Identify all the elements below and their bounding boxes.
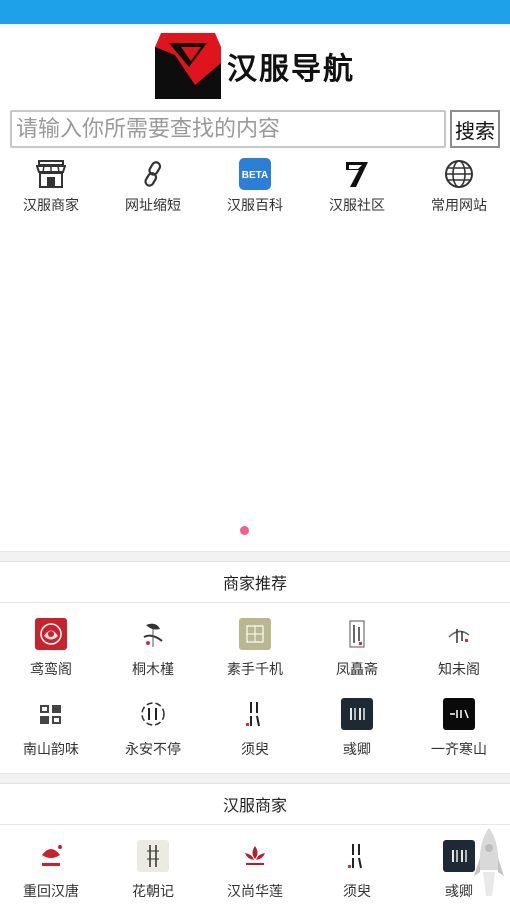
merchant-item[interactable]: 鸢鸾阁 xyxy=(0,618,102,698)
merchant-item[interactable]: 南山韵味 xyxy=(0,698,102,778)
yuqing-logo-icon xyxy=(443,840,475,872)
yiqihanshan-logo-icon xyxy=(443,698,475,730)
nav-label: 汉服百科 xyxy=(227,198,283,214)
yuanluange-logo-icon xyxy=(35,618,67,650)
merchant-item[interactable]: 桐木槿 xyxy=(102,618,204,698)
merchant-label: 永安不停 xyxy=(125,742,181,758)
chonghuihantang-logo-icon xyxy=(35,840,67,872)
merchant-label: 彧卿 xyxy=(343,742,371,758)
section-title-hanfu-merchants: 汉服商家 xyxy=(0,784,510,825)
nav-label: 常用网站 xyxy=(431,198,487,214)
merchant-item[interactable]: 须臾 xyxy=(204,698,306,778)
merchant-label: 须臾 xyxy=(343,884,371,900)
zhiweige-logo-icon xyxy=(443,618,475,650)
merchant-recommend-grid: 鸢鸾阁 桐木槿 素手千机 凤矗斋 知未阁 南山韵味 永安不停 须臾 彧卿 一齐寒… xyxy=(0,603,510,761)
tongmujin-logo-icon xyxy=(137,618,169,650)
merchant-label: 花朝记 xyxy=(132,884,174,900)
nav-item-hanfu-wiki[interactable]: BETA 汉服百科 xyxy=(204,158,306,224)
banner-carousel[interactable] xyxy=(0,224,510,551)
nav-item-common-sites[interactable]: 常用网站 xyxy=(408,158,510,224)
merchant-label: 凤矗斋 xyxy=(336,662,378,678)
nav-item-url-shortener[interactable]: 网址缩短 xyxy=(102,158,204,224)
hanfu-logo-icon xyxy=(155,33,221,99)
status-bar xyxy=(0,0,510,24)
merchant-label: 汉尚华莲 xyxy=(227,884,283,900)
search-bar: 搜索 xyxy=(0,108,510,148)
shop-icon xyxy=(35,158,67,190)
community-logo-icon xyxy=(341,158,373,190)
merchant-item[interactable]: 花朝记 xyxy=(102,840,204,917)
merchant-item[interactable]: 知未阁 xyxy=(408,618,510,698)
nanshanyunwei-logo-icon xyxy=(35,698,67,730)
nav-item-hanfu-shops[interactable]: 汉服商家 xyxy=(0,158,102,224)
yuqing-logo-icon xyxy=(341,698,373,730)
xuyu-logo-icon xyxy=(239,698,271,730)
merchant-label: 重回汉唐 xyxy=(23,884,79,900)
back-to-top-rocket-icon[interactable] xyxy=(474,826,504,900)
section-divider xyxy=(0,551,510,562)
merchant-item[interactable]: 素手千机 xyxy=(204,618,306,698)
beta-icon: BETA xyxy=(239,158,271,190)
merchant-label: 彧卿 xyxy=(445,884,473,900)
sushouqianji-logo-icon xyxy=(239,618,271,650)
merchant-label: 桐木槿 xyxy=(132,662,174,678)
nav-label: 汉服社区 xyxy=(329,198,385,214)
merchant-item[interactable]: 一齐寒山 xyxy=(408,698,510,778)
hanfu-merchants-grid: 重回汉唐 花朝记 汉尚华莲 须臾 彧卿 xyxy=(0,825,510,917)
merchant-item[interactable]: 须臾 xyxy=(306,840,408,917)
carousel-page-indicator[interactable] xyxy=(240,526,249,535)
app-title: 汉服导航 xyxy=(227,52,355,87)
merchant-label: 鸢鸾阁 xyxy=(30,662,72,678)
merchant-item[interactable]: 彧卿 xyxy=(306,698,408,778)
merchant-label: 素手千机 xyxy=(227,662,283,678)
huazhaoji-logo-icon xyxy=(137,840,169,872)
search-button[interactable]: 搜索 xyxy=(450,110,500,148)
nav-item-hanfu-community[interactable]: 汉服社区 xyxy=(306,158,408,224)
hanshanghualian-logo-icon xyxy=(239,840,271,872)
fengchuzhai-logo-icon xyxy=(341,618,373,650)
svg-text:BETA: BETA xyxy=(242,170,268,181)
merchant-label: 南山韵味 xyxy=(23,742,79,758)
link-icon xyxy=(137,158,169,190)
nav-label: 网址缩短 xyxy=(125,198,181,214)
merchant-item[interactable]: 永安不停 xyxy=(102,698,204,778)
merchant-label: 须臾 xyxy=(241,742,269,758)
merchant-item[interactable]: 凤矗斋 xyxy=(306,618,408,698)
header-logo[interactable]: 汉服导航 xyxy=(0,24,510,108)
quick-nav: 汉服商家 网址缩短 BETA 汉服百科 汉服社区 常用网站 xyxy=(0,148,510,224)
merchant-label: 知未阁 xyxy=(438,662,480,678)
merchant-item[interactable]: 汉尚华莲 xyxy=(204,840,306,917)
yonganbuting-logo-icon xyxy=(137,698,169,730)
merchant-label: 一齐寒山 xyxy=(431,742,487,758)
nav-label: 汉服商家 xyxy=(23,198,79,214)
globe-icon xyxy=(443,158,475,190)
search-input[interactable] xyxy=(10,110,446,148)
section-title-merchant-recommend: 商家推荐 xyxy=(0,562,510,603)
merchant-item[interactable]: 重回汉唐 xyxy=(0,840,102,917)
xuyu-logo-icon xyxy=(341,840,373,872)
